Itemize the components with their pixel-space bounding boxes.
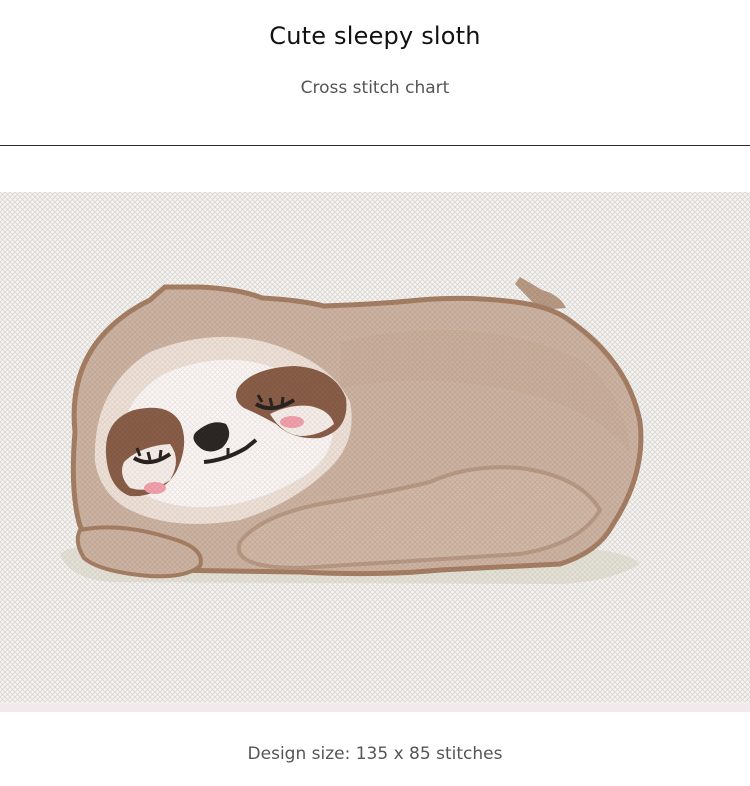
cross-stitch-artwork	[0, 192, 750, 712]
page-subtitle: Cross stitch chart	[300, 78, 450, 98]
design-size-text: Design size: 135 x 85 stitches	[247, 744, 503, 764]
page-title: Cute sleepy sloth	[269, 22, 481, 50]
header-divider	[0, 145, 750, 146]
sloth-icon	[0, 192, 750, 712]
